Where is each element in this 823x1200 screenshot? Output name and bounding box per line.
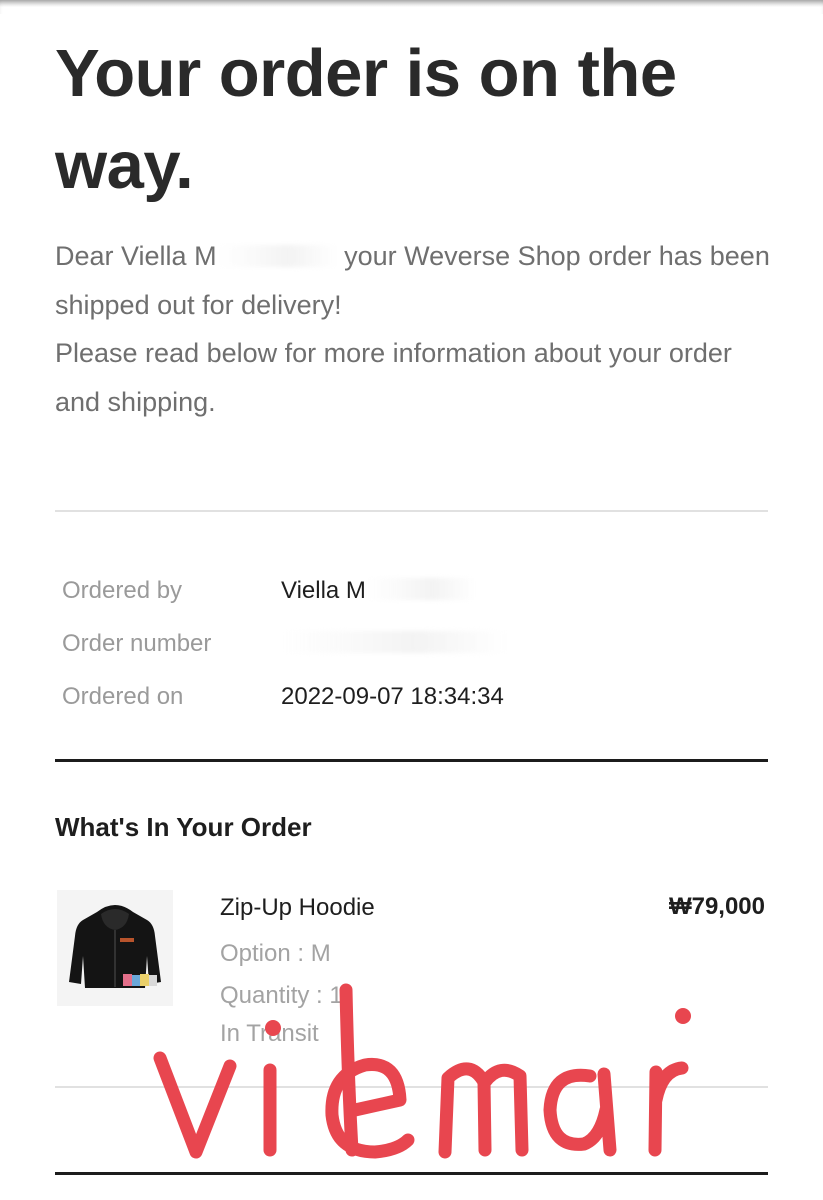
- order-section-title: What's In Your Order: [55, 812, 312, 842]
- product-name[interactable]: Zip-Up Hoodie: [220, 894, 375, 922]
- email-headline: Your order is on the way.: [55, 36, 677, 204]
- order-number-value: [281, 630, 506, 658]
- divider-item: [55, 1086, 768, 1088]
- redacted-surname: [216, 245, 337, 267]
- hoodie-icon: [69, 905, 161, 988]
- order-info-table: Ordered by Viella M Order number Ordered…: [62, 564, 762, 723]
- info-paragraph: Please read below for more information a…: [55, 338, 732, 417]
- ordered-on-value: 2022-09-07 18:34:34: [281, 682, 504, 710]
- product-price: ₩79,000: [668, 893, 765, 920]
- intro-text: Dear Viella M your Weverse Shop order ha…: [55, 232, 775, 426]
- ordered-by-value: Viella M: [281, 577, 476, 605]
- product-status: In Transit: [220, 1020, 319, 1047]
- product-option: Option : M: [220, 940, 331, 967]
- divider-top: [55, 510, 768, 512]
- divider-bottom: [55, 1172, 768, 1175]
- ordered-on-label: Ordered on: [62, 682, 184, 710]
- hoodie-image[interactable]: [57, 890, 173, 1006]
- greeting-prefix: Dear Viella M: [55, 241, 217, 271]
- product-quantity: Quantity : 1: [220, 982, 343, 1009]
- divider-order-section: [55, 759, 768, 762]
- ordered-on-row: Ordered on 2022-09-07 18:34:34: [62, 670, 762, 723]
- ordered-by-row: Ordered by Viella M: [62, 564, 762, 617]
- order-number-row: Order number: [62, 617, 762, 670]
- redacted-name: [365, 577, 476, 600]
- order-number-label: Order number: [62, 629, 212, 657]
- ordered-by-label: Ordered by: [62, 576, 183, 604]
- greeting-paragraph: Dear Viella M your Weverse Shop order ha…: [55, 232, 775, 329]
- redacted-order-number: [281, 630, 506, 653]
- top-edge-shadow: [0, 0, 823, 14]
